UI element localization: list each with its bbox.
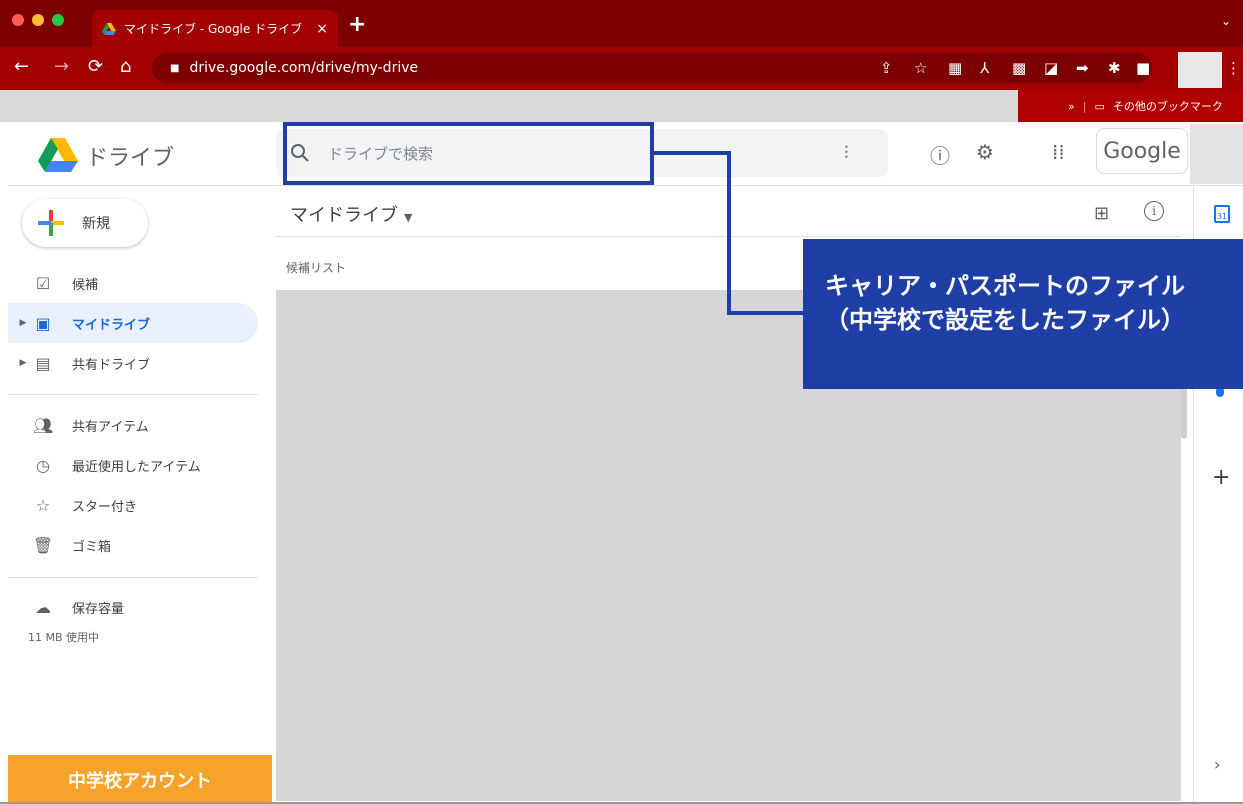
- expand-caret-icon[interactable]: ▶: [14, 318, 32, 328]
- profile-avatar[interactable]: [1178, 52, 1222, 88]
- folder-icon: ▭: [1094, 99, 1105, 113]
- extension-stack-icon[interactable]: ◪: [1044, 59, 1058, 77]
- dropdown-arrow-icon: ▼: [404, 211, 413, 224]
- avatar[interactable]: [1190, 124, 1243, 184]
- page-title-text: マイドライブ: [290, 205, 398, 226]
- sidebar-item-starred[interactable]: ☆ スター付き: [8, 485, 258, 525]
- google-account-button[interactable]: Google: [1096, 128, 1188, 174]
- new-button-label: 新規: [82, 216, 110, 232]
- forward-arrow-icon[interactable]: →: [54, 56, 69, 77]
- sidebar-item-trash[interactable]: 🗑︎ ゴミ箱: [8, 525, 258, 565]
- browser-toolbar: ← → ⟳ ⌂ ■ drive.google.com/drive/my-driv…: [0, 47, 1243, 90]
- check-square-icon: ☑: [35, 273, 51, 293]
- apps-grid-icon[interactable]: ⁞⁞: [1052, 140, 1065, 164]
- sidebar-item-shared-drives[interactable]: ▶ ▤ 共有ドライブ: [8, 343, 258, 383]
- settings-gear-icon[interactable]: ⚙: [976, 140, 994, 164]
- sidebar-item-suggested[interactable]: ☑ 候補: [8, 263, 258, 303]
- drive-logo-icon[interactable]: [38, 138, 78, 172]
- callout-connector: [727, 151, 731, 315]
- clock-icon: ◷: [36, 455, 50, 475]
- reload-icon[interactable]: ⟳: [88, 56, 103, 77]
- close-window-button[interactable]: [12, 14, 24, 26]
- address-bar[interactable]: ■ drive.google.com/drive/my-drive: [152, 53, 1152, 83]
- bookmarks-overflow: » | ▭ その他のブックマーク: [1018, 90, 1243, 122]
- suggested-list-label: 候補リスト: [286, 261, 347, 275]
- window-icon[interactable]: ■: [1136, 59, 1150, 77]
- tab-close-icon[interactable]: ×: [316, 21, 328, 37]
- extension-grid-icon[interactable]: ▩: [1012, 59, 1026, 77]
- share-icon[interactable]: ⇪: [880, 59, 893, 77]
- cloud-icon: ☁: [35, 597, 51, 617]
- annotation-line-1: キャリア・パスポートのファイル: [825, 272, 1185, 300]
- bookmarks-chevron-icon[interactable]: »: [1068, 100, 1075, 113]
- tab-title: マイドライブ - Google ドライブ: [124, 22, 303, 36]
- storage-used-text: 11 MB 使用中: [28, 631, 100, 644]
- sidebar-item-label: 候補: [72, 277, 99, 293]
- app-name[interactable]: ドライブ: [86, 140, 174, 172]
- chevron-right-icon[interactable]: ›: [1214, 755, 1220, 774]
- sidebar-divider: [8, 577, 258, 578]
- shared-drives-icon: ▤: [35, 353, 51, 373]
- other-bookmarks-link[interactable]: その他のブックマーク: [1113, 98, 1223, 114]
- trash-icon: 🗑︎: [32, 535, 54, 555]
- maximize-window-button[interactable]: [52, 14, 64, 26]
- browser-menu-icon[interactable]: ⋮: [1226, 59, 1241, 77]
- tab-search-menu-icon[interactable]: ⌄: [1221, 14, 1231, 28]
- sidebar-item-label: ゴミ箱: [72, 539, 112, 555]
- sidebar-item-shared-with-me[interactable]: 👥︎ 共有アイテム: [8, 405, 258, 445]
- people-icon: 👥︎: [32, 415, 54, 435]
- sidebar-item-storage[interactable]: ☁ 保存容量: [8, 587, 258, 627]
- minimize-window-button[interactable]: [32, 14, 44, 26]
- extension-qr-icon[interactable]: ▦: [948, 59, 962, 77]
- browser-tab-drive[interactable]: マイドライブ - Google ドライブ ×: [92, 10, 338, 47]
- lock-icon: ■: [170, 62, 180, 74]
- sidebar-item-label: マイドライブ: [72, 317, 151, 333]
- sidebar: 新規 ☑ 候補 ▶ ▣ マイドライブ ▶ ▤ 共有ドライブ 👥︎ 共有アイテム …: [8, 187, 272, 804]
- extension-pdf-icon[interactable]: ⅄: [980, 59, 989, 77]
- new-tab-button[interactable]: +: [348, 12, 366, 37]
- plus-multicolor-icon: [38, 210, 64, 236]
- sidebar-item-label: 最近使用したアイテム: [72, 459, 201, 475]
- help-icon[interactable]: ⓘ: [930, 140, 950, 169]
- callout-connector: [654, 151, 731, 155]
- sidebar-item-label: スター付き: [72, 499, 138, 515]
- search-options-icon[interactable]: ⫶: [844, 143, 849, 164]
- search-highlight-box: [283, 122, 654, 185]
- bookmarks-bar: » | ▭ その他のブックマーク: [0, 90, 1243, 122]
- extension-arrow-icon[interactable]: ➡: [1076, 59, 1089, 77]
- info-icon[interactable]: i: [1144, 201, 1164, 221]
- sidebar-item-label: 保存容量: [72, 601, 125, 617]
- grid-view-icon[interactable]: ⊞: [1094, 203, 1109, 224]
- page-title[interactable]: マイドライブ ▼: [290, 201, 412, 227]
- calendar-icon[interactable]: 31: [1214, 205, 1230, 223]
- home-icon[interactable]: ⌂: [120, 56, 131, 77]
- sidebar-divider: [8, 394, 258, 395]
- school-account-badge: 中学校アカウント: [8, 755, 272, 804]
- sidebar-item-recent[interactable]: ◷ 最近使用したアイテム: [8, 445, 258, 485]
- add-addon-icon[interactable]: +: [1212, 465, 1230, 490]
- browser-tab-bar: マイドライブ - Google ドライブ × + ⌄: [0, 0, 1243, 47]
- annotation-callout: キャリア・パスポートのファイル （中学校で設定をしたファイル）: [803, 239, 1243, 389]
- star-icon: ☆: [35, 495, 51, 515]
- callout-connector: [727, 311, 805, 315]
- new-button[interactable]: 新規: [22, 199, 148, 247]
- sidebar-item-label: 共有ドライブ: [72, 357, 151, 373]
- back-arrow-icon[interactable]: ←: [14, 56, 29, 77]
- my-drive-icon: ▣: [35, 313, 51, 333]
- url-text: drive.google.com/drive/my-drive: [189, 60, 419, 76]
- annotation-line-2: （中学校で設定をしたファイル）: [825, 306, 1185, 334]
- expand-caret-icon[interactable]: ▶: [14, 358, 32, 368]
- sidebar-item-my-drive[interactable]: ▶ ▣ マイドライブ: [8, 303, 258, 343]
- drive-favicon-icon: [102, 22, 116, 35]
- sidebar-item-label: 共有アイテム: [72, 419, 149, 435]
- puzzle-icon[interactable]: ✱: [1108, 59, 1121, 77]
- bookmark-star-icon[interactable]: ☆: [914, 59, 927, 77]
